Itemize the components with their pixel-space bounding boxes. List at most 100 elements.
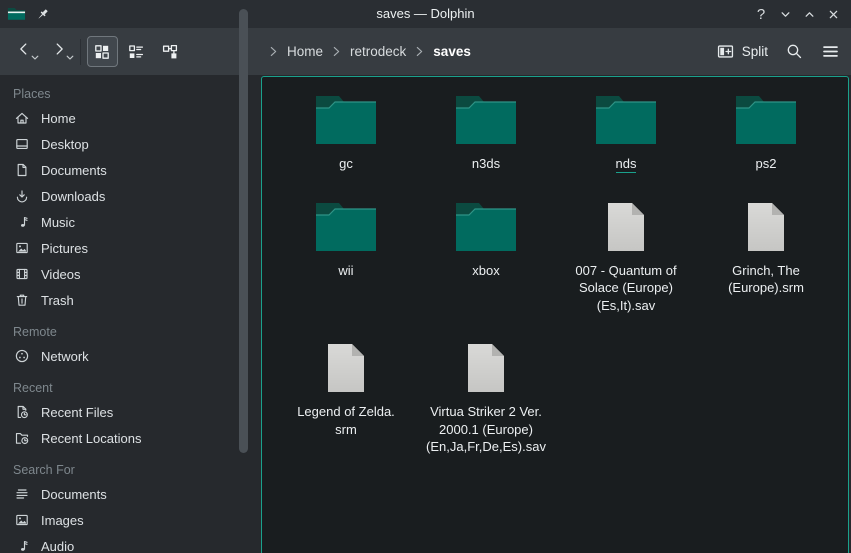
file-item-label: ps2	[756, 155, 777, 173]
sidebar-item-label: Recent Locations	[41, 431, 141, 446]
file-item-label: xbox	[472, 262, 499, 280]
recent-folder-icon	[13, 430, 30, 447]
video-icon	[13, 266, 30, 283]
icons-view-button[interactable]	[87, 36, 118, 67]
sidebar-item-label: Videos	[41, 267, 81, 282]
music-icon	[13, 538, 30, 553]
download-icon	[13, 188, 30, 205]
file-icon	[454, 342, 518, 394]
desktop-icon	[13, 136, 30, 153]
text-lines-icon	[13, 486, 30, 503]
maximize-button[interactable]	[797, 2, 821, 26]
sidebar-scrollbar[interactable]	[239, 9, 248, 453]
details-view-button[interactable]	[121, 36, 152, 67]
file-item-label: 007 - Quantum ofSolace (Europe)(Es,It).s…	[575, 262, 676, 315]
document-icon	[13, 162, 30, 179]
file-icon	[734, 201, 798, 253]
trash-icon	[13, 292, 30, 309]
sidebar-item-home[interactable]: Home	[13, 105, 260, 131]
chevron-left-icon	[15, 40, 33, 63]
file-007-quantum-of-solace-europe-es-it-sav[interactable]: 007 - Quantum ofSolace (Europe)(Es,It).s…	[556, 186, 696, 328]
sidebar-item-documents[interactable]: Documents	[13, 157, 260, 183]
folder-xbox[interactable]: xbox	[416, 186, 556, 328]
sidebar-item-label: Audio	[41, 539, 74, 553]
file-item-label: Legend of Zelda.srm	[297, 403, 395, 438]
home-icon	[13, 110, 30, 127]
sidebar-item-label: Pictures	[41, 241, 88, 256]
file-item-label: nds	[616, 155, 637, 173]
split-view-icon	[716, 42, 735, 61]
dolphin-window: saves — Dolphin ? Home retrodeck saves	[0, 0, 851, 553]
file-item-label: wii	[338, 262, 353, 280]
sidebar-item-pictures[interactable]: Pictures	[13, 235, 260, 261]
places-panel: Places Home Desktop Documents Downloads Music…	[0, 75, 260, 553]
file-icon	[314, 342, 378, 394]
folder-gc[interactable]: gc	[276, 79, 416, 186]
sidebar-section-places: Places	[13, 84, 260, 105]
split-button[interactable]: Split	[716, 42, 768, 61]
sidebar-section-recent: Recent	[13, 378, 260, 399]
folder-wii[interactable]: wii	[276, 186, 416, 328]
close-button[interactable]	[821, 2, 845, 26]
help-button[interactable]: ?	[749, 2, 773, 26]
breadcrumb-item-retrodeck[interactable]: retrodeck	[348, 42, 408, 61]
network-icon	[13, 348, 30, 365]
sidebar-item-images[interactable]: Images	[13, 507, 260, 533]
sidebar-item-documents[interactable]: Documents	[13, 481, 260, 507]
folder-icon	[314, 94, 378, 146]
sidebar-item-label: Documents	[41, 163, 107, 178]
minimize-button[interactable]	[773, 2, 797, 26]
image-icon	[13, 512, 30, 529]
forward-dropdown-caret	[66, 48, 74, 66]
breadcrumb-chevron-icon	[269, 45, 278, 58]
sidebar-item-label: Home	[41, 111, 76, 126]
sidebar-item-label: Documents	[41, 487, 107, 502]
sidebar-item-network[interactable]: Network	[13, 343, 260, 369]
menu-button[interactable]	[821, 42, 840, 61]
folder-view: gc n3ds nds ps2 wii xbox 007 - Quantum ofSolac…	[261, 76, 849, 553]
folder-ps2[interactable]: ps2	[696, 79, 836, 186]
breadcrumb-item-home[interactable]: Home	[285, 42, 325, 61]
chevron-right-icon	[50, 40, 68, 63]
sidebar-item-audio[interactable]: Audio	[13, 533, 260, 553]
file-grinch-the-europe-srm[interactable]: Grinch, The(Europe).srm	[696, 186, 836, 328]
sidebar-item-label: Music	[41, 215, 75, 230]
image-icon	[13, 240, 30, 257]
folder-n3ds[interactable]: n3ds	[416, 79, 556, 186]
folder-icon	[314, 201, 378, 253]
back-button[interactable]	[6, 35, 41, 69]
toolbar-separator	[80, 39, 81, 65]
file-legend-of-zelda-srm[interactable]: Legend of Zelda.srm	[276, 327, 416, 469]
breadcrumb-item-saves[interactable]: saves	[431, 42, 473, 61]
titlebar: saves — Dolphin ?	[0, 0, 851, 28]
sidebar-item-label: Downloads	[41, 189, 105, 204]
breadcrumb: Home retrodeck saves	[262, 28, 473, 75]
file-item-label: n3ds	[472, 155, 500, 173]
file-virtua-striker-2-ver-2000-1-europe-en-ja-fr-de-es-sav[interactable]: Virtua Striker 2 Ver.2000.1 (Europe)(En,…	[416, 327, 556, 469]
sidebar-item-desktop[interactable]: Desktop	[13, 131, 260, 157]
sidebar-item-music[interactable]: Music	[13, 209, 260, 235]
recent-file-icon	[13, 404, 30, 421]
sidebar-item-recent-locations[interactable]: Recent Locations	[13, 425, 260, 451]
toolbar: Home retrodeck saves Split	[0, 28, 851, 75]
split-button-label: Split	[742, 44, 768, 59]
sidebar-item-trash[interactable]: Trash	[13, 287, 260, 313]
folder-icon	[454, 201, 518, 253]
sidebar-item-downloads[interactable]: Downloads	[13, 183, 260, 209]
search-button[interactable]	[785, 42, 804, 61]
forward-button[interactable]	[41, 35, 76, 69]
sidebar-item-videos[interactable]: Videos	[13, 261, 260, 287]
music-icon	[13, 214, 30, 231]
breadcrumb-chevron-icon	[332, 45, 341, 58]
file-icon	[594, 201, 658, 253]
sidebar-item-label: Trash	[41, 293, 74, 308]
folder-icon	[594, 94, 658, 146]
folder-nds[interactable]: nds	[556, 79, 696, 186]
sidebar-item-label: Desktop	[41, 137, 89, 152]
tree-view-button[interactable]	[155, 36, 186, 67]
sidebar-section-search-for: Search For	[13, 460, 260, 481]
breadcrumb-chevron-icon	[415, 45, 424, 58]
sidebar-item-label: Images	[41, 513, 84, 528]
sidebar-item-recent-files[interactable]: Recent Files	[13, 399, 260, 425]
file-item-label: Grinch, The(Europe).srm	[728, 262, 804, 297]
